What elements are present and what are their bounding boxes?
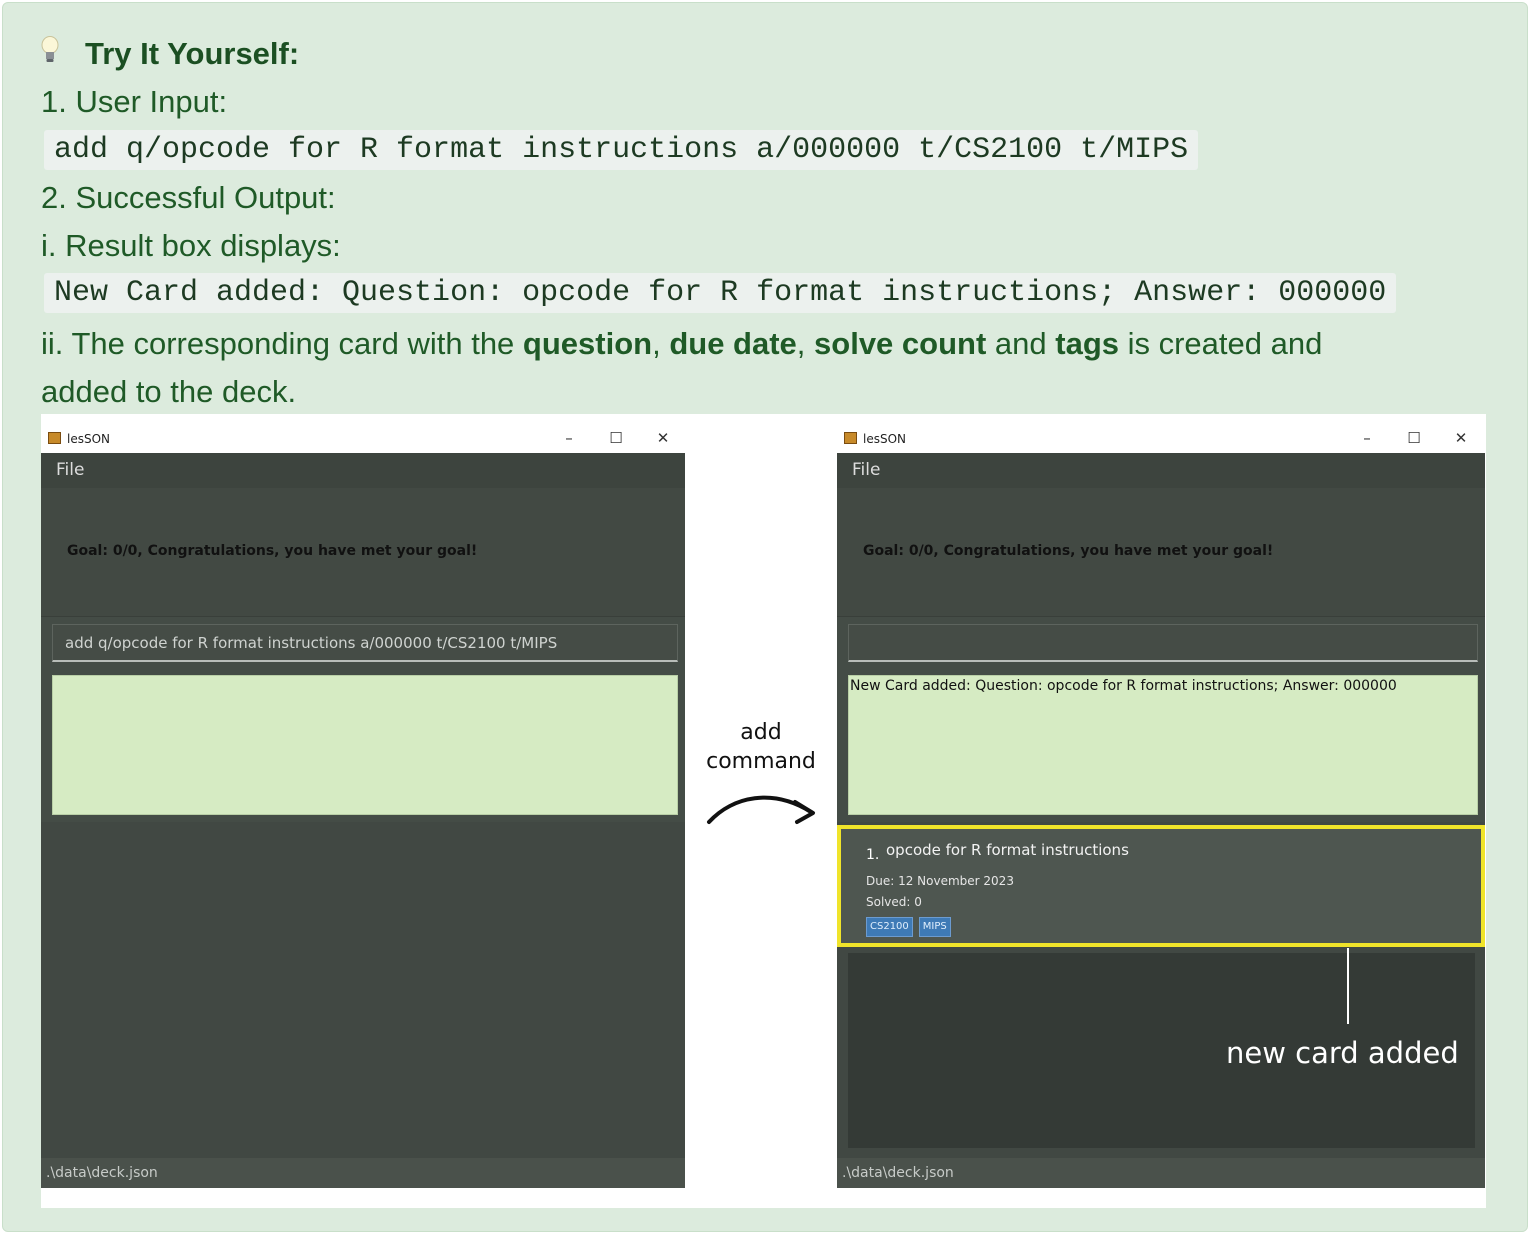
text-segment: ii. The corresponding card with the [41, 326, 523, 361]
card-question: opcode for R format instructions [886, 841, 1129, 859]
app-window-after: lesSON – ☐ ✕ File Goal: 0/0, Congratulat… [837, 424, 1485, 1188]
app-icon [48, 432, 61, 444]
result-box [52, 675, 678, 815]
callout-heading: Try It Yourself: [41, 34, 299, 74]
card-index: 1. [866, 847, 880, 863]
arrow-label-line1: add [740, 720, 782, 745]
status-bar: .\data\deck.json [41, 1158, 685, 1188]
card-list-panel [41, 822, 685, 1158]
title-bar: lesSON – ☐ ✕ [837, 424, 1485, 453]
window-title: lesSON [863, 432, 907, 446]
annotation-line [1347, 948, 1349, 1024]
callout-heading-text: Try It Yourself: [85, 36, 300, 71]
card-due-date: Due: 12 November 2023 [866, 874, 1014, 888]
bold-tags: tags [1055, 326, 1119, 361]
goal-text: Goal: 0/0, Congratulations, you have met… [863, 543, 1274, 559]
close-icon[interactable]: ✕ [1446, 427, 1476, 449]
card-solve-count: Solved: 0 [866, 895, 922, 909]
maximize-icon[interactable]: ☐ [601, 427, 631, 449]
minimize-icon[interactable]: – [554, 427, 584, 449]
menu-bar: File [837, 453, 1485, 489]
tag-badge: MIPS [918, 917, 951, 937]
minimize-icon[interactable]: – [1352, 427, 1382, 449]
step-card-created: ii. The corresponding card with the ques… [41, 324, 1322, 364]
annotation-new-card: new card added [1226, 1036, 1459, 1070]
title-bar: lesSON – ☐ ✕ [41, 424, 685, 453]
text-segment: , [796, 326, 815, 361]
text-segment: and [986, 326, 1056, 361]
bold-question: question [522, 326, 653, 361]
command-input[interactable]: add q/opcode for R format instructions a… [52, 624, 678, 662]
step-card-created-line2: added to the deck. [41, 374, 297, 409]
card-tags: CS2100 MIPS [866, 914, 957, 937]
bold-solve-count: solve count [814, 326, 987, 361]
goal-text: Goal: 0/0, Congratulations, you have met… [67, 543, 478, 559]
goal-panel: Goal: 0/0, Congratulations, you have met… [41, 488, 685, 617]
step-user-input: 1. User Input: [41, 84, 228, 119]
maximize-icon[interactable]: ☐ [1399, 427, 1429, 449]
result-box: New Card added: Question: opcode for R f… [848, 675, 1478, 815]
arrow-label-line2: command [706, 749, 816, 774]
goal-panel: Goal: 0/0, Congratulations, you have met… [837, 488, 1485, 617]
step-result-box: i. Result box displays: [41, 228, 341, 263]
bold-due-date: due date [669, 326, 797, 361]
curved-arrow-icon [707, 795, 815, 824]
arrow-label: add command [701, 718, 821, 776]
menu-bar: File [41, 453, 685, 489]
screenshot-figure: lesSON – ☐ ✕ File Goal: 0/0, Congratulat… [41, 414, 1486, 1208]
command-input[interactable] [848, 624, 1478, 662]
menu-file[interactable]: File [56, 460, 84, 480]
lightbulb-icon [41, 36, 59, 62]
tag-badge: CS2100 [866, 917, 913, 937]
step-successful-output: 2. Successful Output: [41, 180, 336, 215]
window-title: lesSON [67, 432, 111, 446]
result-code: New Card added: Question: opcode for R f… [44, 273, 1397, 313]
text-segment: is created and [1119, 326, 1323, 361]
app-window-before: lesSON – ☐ ✕ File Goal: 0/0, Congratulat… [41, 424, 685, 1188]
text-segment: , [652, 326, 670, 361]
card-item[interactable]: 1. opcode for R format instructions Due:… [837, 825, 1485, 947]
menu-file[interactable]: File [852, 460, 880, 480]
app-icon [844, 432, 857, 444]
command-code: add q/opcode for R format instructions a… [44, 130, 1199, 170]
status-bar: .\data\deck.json [837, 1158, 1485, 1188]
close-icon[interactable]: ✕ [648, 427, 678, 449]
